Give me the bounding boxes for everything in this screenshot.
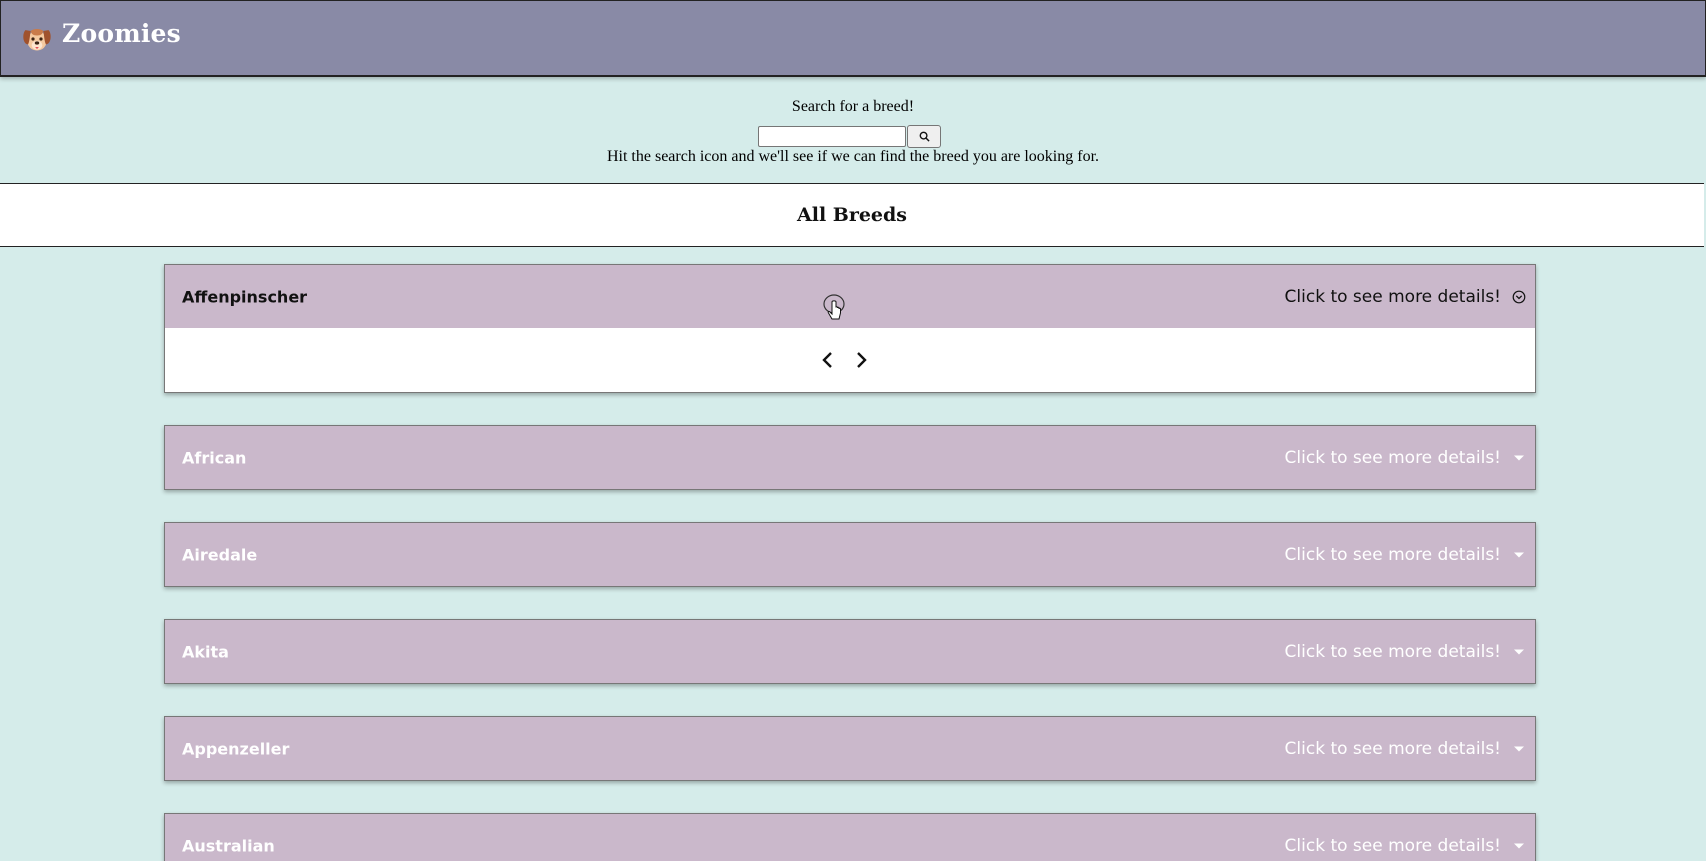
more-details-label: Click to see more details! [1284, 738, 1501, 759]
all-breeds-heading: All Breeds [0, 183, 1704, 247]
breed-accordion-header[interactable]: Appenzeller Click to see more details! [165, 717, 1535, 780]
search-input[interactable] [758, 126, 906, 147]
breed-name: Akita [182, 642, 229, 661]
search-section: Search for a breed! Hit the search icon … [0, 76, 1706, 183]
caret-down-icon[interactable] [1514, 552, 1524, 557]
breed-accordion-item: African Click to see more details! [164, 425, 1536, 490]
breed-accordion-body [165, 328, 1535, 392]
breed-accordion-header[interactable]: Australian Click to see more details! [165, 814, 1535, 861]
breed-name: Australian [182, 836, 275, 855]
navbar: Zoomies [0, 0, 1706, 77]
breed-accordion-item: Affenpinscher Click to see more details! [164, 264, 1536, 393]
breed-name: Affenpinscher [182, 287, 308, 306]
chevron-right-icon[interactable] [852, 350, 870, 370]
breed-accordion-item: Akita Click to see more details! [164, 619, 1536, 684]
breed-accordion-item: Australian Click to see more details! [164, 813, 1536, 861]
caret-down-icon[interactable] [1514, 455, 1524, 460]
caret-down-icon[interactable] [1514, 649, 1524, 654]
search-button[interactable] [907, 125, 941, 148]
breed-name: African [182, 448, 247, 467]
more-details-label: Click to see more details! [1284, 641, 1501, 662]
search-heading: Search for a breed! [791, 98, 915, 115]
breed-accordion-header[interactable]: Airedale Click to see more details! [165, 523, 1535, 586]
more-details-label: Click to see more details! [1284, 835, 1501, 856]
chevron-circle-icon[interactable] [1512, 290, 1526, 304]
page: Zoomies Search for a breed! Hit the sear… [0, 0, 1706, 861]
breed-accordion-item: Airedale Click to see more details! [164, 522, 1536, 587]
breed-accordion-header[interactable]: African Click to see more details! [165, 426, 1535, 489]
search-hint: Hit the search icon and we'll see if we … [606, 148, 1100, 165]
breed-name: Airedale [182, 545, 258, 564]
breed-accordion-header[interactable]: Akita Click to see more details! [165, 620, 1535, 683]
chevron-left-icon[interactable] [819, 350, 837, 370]
dog-face-icon[interactable] [21, 23, 53, 55]
breed-accordion-item: Appenzeller Click to see more details! [164, 716, 1536, 781]
caret-down-icon[interactable] [1514, 746, 1524, 751]
more-details-label: Click to see more details! [1284, 544, 1501, 565]
more-details-label: Click to see more details! [1284, 286, 1501, 307]
breed-accordion-header[interactable]: Affenpinscher Click to see more details! [165, 265, 1535, 328]
brand-title[interactable]: Zoomies [62, 19, 181, 48]
caret-down-icon[interactable] [1514, 843, 1524, 848]
more-details-label: Click to see more details! [1284, 447, 1501, 468]
magnifier-icon [919, 131, 930, 142]
search-row [758, 125, 941, 148]
breed-name: Appenzeller [182, 739, 290, 758]
